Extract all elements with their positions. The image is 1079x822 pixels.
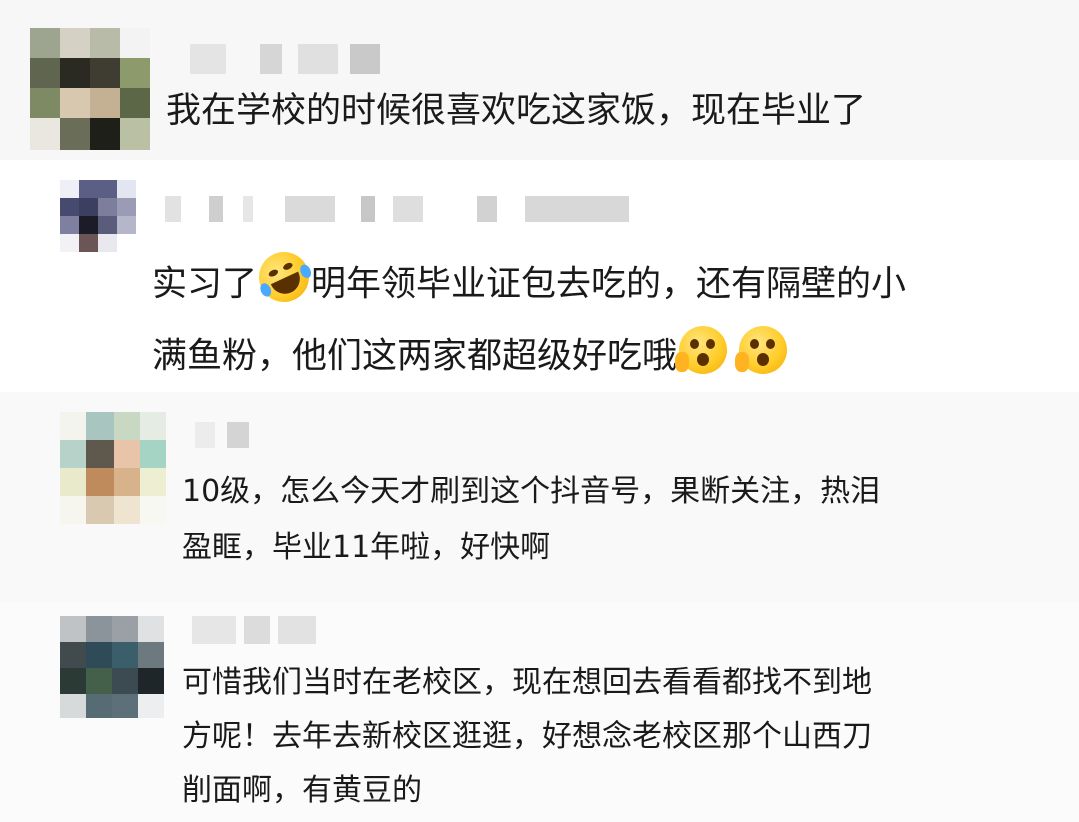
comment-text: 我在学校的时候很喜欢吃这家饭，现在毕业了	[166, 91, 867, 131]
rofl-emoji-icon	[250, 243, 318, 311]
comment-text-line: 方呢！去年去新校区逛逛，好想念老校区那个山西刀	[182, 719, 872, 754]
avatar[interactable]	[60, 180, 136, 252]
comment-text-line: 削面啊，有黄豆的	[182, 773, 422, 808]
comment-text: 10级，怎么今天才刷到这个抖音号，果断关注，热泪 盈眶，毕业11年啦，好快啊	[182, 464, 880, 576]
avatar[interactable]	[60, 616, 164, 718]
comment-text-line: 10级，怎么今天才刷到这个抖音号，果断关注，热泪	[182, 474, 881, 509]
comment-text: 可惜我们当时在老校区，现在想回去看看都找不到地 方呢！去年去新校区逛逛，好想念老校…	[182, 656, 872, 818]
comment-text-line-1: 实习了 明年领毕业证包去吃的，还有隔壁的小	[152, 243, 907, 311]
comment-item-2: 实习了 明年领毕业证包去吃的，还有隔壁的小 满鱼粉，他们这两家都超级好吃哦	[0, 160, 1079, 392]
comment-item-3: 10级，怎么今天才刷到这个抖音号，果断关注，热泪 盈眶，毕业11年啦，好快啊	[0, 392, 1079, 602]
shocked-face-emoji-icon	[735, 326, 788, 374]
comment-text-line-2: 满鱼粉，他们这两家都超级好吃哦	[152, 326, 788, 380]
comment-text-line: 可惜我们当时在老校区，现在想回去看看都找不到地	[182, 665, 872, 700]
avatar[interactable]	[30, 28, 150, 150]
comment-text-part: 明年领毕业证包去吃的，还有隔壁的小	[311, 264, 907, 305]
username-redacted	[195, 422, 255, 448]
comment-text-part: 满鱼粉，他们这两家都超级好吃哦	[152, 336, 678, 377]
username-redacted	[190, 44, 390, 74]
comment-text-part: 实习了	[152, 264, 258, 305]
username-redacted	[192, 616, 322, 644]
username-redacted	[165, 196, 635, 222]
comment-item-4: 可惜我们当时在老校区，现在想回去看看都找不到地 方呢！去年去新校区逛逛，好想念老校…	[0, 602, 1079, 822]
comment-item-1: 我在学校的时候很喜欢吃这家饭，现在毕业了	[0, 0, 1079, 160]
avatar[interactable]	[60, 412, 166, 524]
comment-text-line: 盈眶，毕业11年啦，好快啊	[182, 530, 551, 565]
shocked-face-emoji-icon	[675, 326, 728, 374]
